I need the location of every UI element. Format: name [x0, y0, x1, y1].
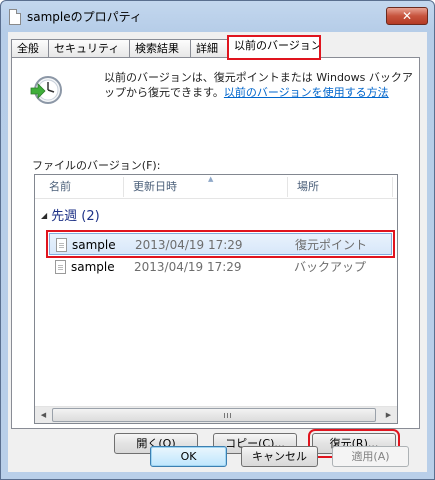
sort-arrow-icon: ▲ — [208, 175, 214, 183]
apply-button[interactable]: 適用(A) — [332, 446, 409, 467]
column-date-modified[interactable]: 更新日時 — [127, 175, 277, 199]
list-item[interactable]: sample 2013/04/19 17:29 復元ポイント — [46, 230, 395, 258]
file-icon — [56, 238, 67, 252]
ok-button[interactable]: OK — [150, 446, 227, 467]
description: 以前のバージョンは、復元ポイントまたは Windows バックアップから復元でき… — [104, 70, 414, 100]
scroll-left-icon[interactable]: ◀ — [35, 407, 52, 423]
grip-icon — [224, 413, 231, 418]
file-icon — [55, 260, 66, 274]
restore-clock-icon — [30, 76, 62, 104]
column-location[interactable]: 場所 — [291, 175, 391, 199]
help-link[interactable]: 以前のバージョンを使用する方法 — [224, 86, 389, 99]
scroll-right-icon[interactable]: ▶ — [380, 407, 397, 423]
tab-search-results[interactable]: 検索結果 — [129, 39, 191, 58]
close-button[interactable]: ✕ — [386, 7, 428, 25]
file-versions-label: ファイルのバージョン(F): — [32, 159, 161, 172]
dialog-client: 全般 セキュリティ 検索結果 詳細 以前のバージョン 以前のバージョンは、復元ポ… — [8, 32, 427, 472]
list-item[interactable]: sample 2013/04/19 17:29 バックアップ — [49, 256, 392, 278]
properties-window: sampleのプロパティ ✕ 全般 セキュリティ 検索結果 詳細 以前のバージョ… — [0, 0, 435, 480]
group-label: 先週 (2) — [51, 209, 100, 224]
horizontal-scrollbar[interactable]: ◀ ▶ — [35, 406, 397, 423]
file-icon — [9, 9, 21, 25]
item-date: 2013/04/19 17:29 — [134, 260, 242, 274]
title-bar[interactable]: sampleのプロパティ ✕ — [1, 1, 434, 33]
item-name: sample — [71, 260, 115, 274]
group-last-week[interactable]: ◢ 先週 (2) — [41, 206, 100, 226]
window-title: sampleのプロパティ — [27, 10, 142, 24]
file-versions-list[interactable]: 名前 更新日時 ▲ 場所 ◢ 先週 (2) sample 2013/04/19 1… — [34, 174, 398, 424]
column-separator — [392, 177, 393, 197]
tab-general[interactable]: 全般 — [11, 39, 49, 58]
previous-versions-panel: 以前のバージョンは、復元ポイントまたは Windows バックアップから復元でき… — [11, 57, 420, 458]
tab-previous-versions[interactable]: 以前のバージョン — [227, 35, 322, 60]
item-location: 復元ポイント — [295, 238, 368, 252]
scroll-thumb[interactable] — [52, 408, 376, 422]
tab-details[interactable]: 詳細 — [190, 39, 228, 58]
item-date: 2013/04/19 17:29 — [135, 238, 243, 252]
item-name: sample — [72, 238, 116, 252]
column-name[interactable]: 名前 — [43, 175, 123, 199]
collapse-triangle-icon[interactable]: ◢ — [41, 211, 47, 220]
column-separator — [123, 177, 124, 197]
list-header: 名前 更新日時 ▲ 場所 — [35, 175, 397, 199]
tab-security[interactable]: セキュリティ — [48, 39, 130, 58]
item-location: バックアップ — [294, 260, 367, 274]
column-separator — [287, 177, 288, 197]
cancel-button[interactable]: キャンセル — [241, 446, 318, 467]
